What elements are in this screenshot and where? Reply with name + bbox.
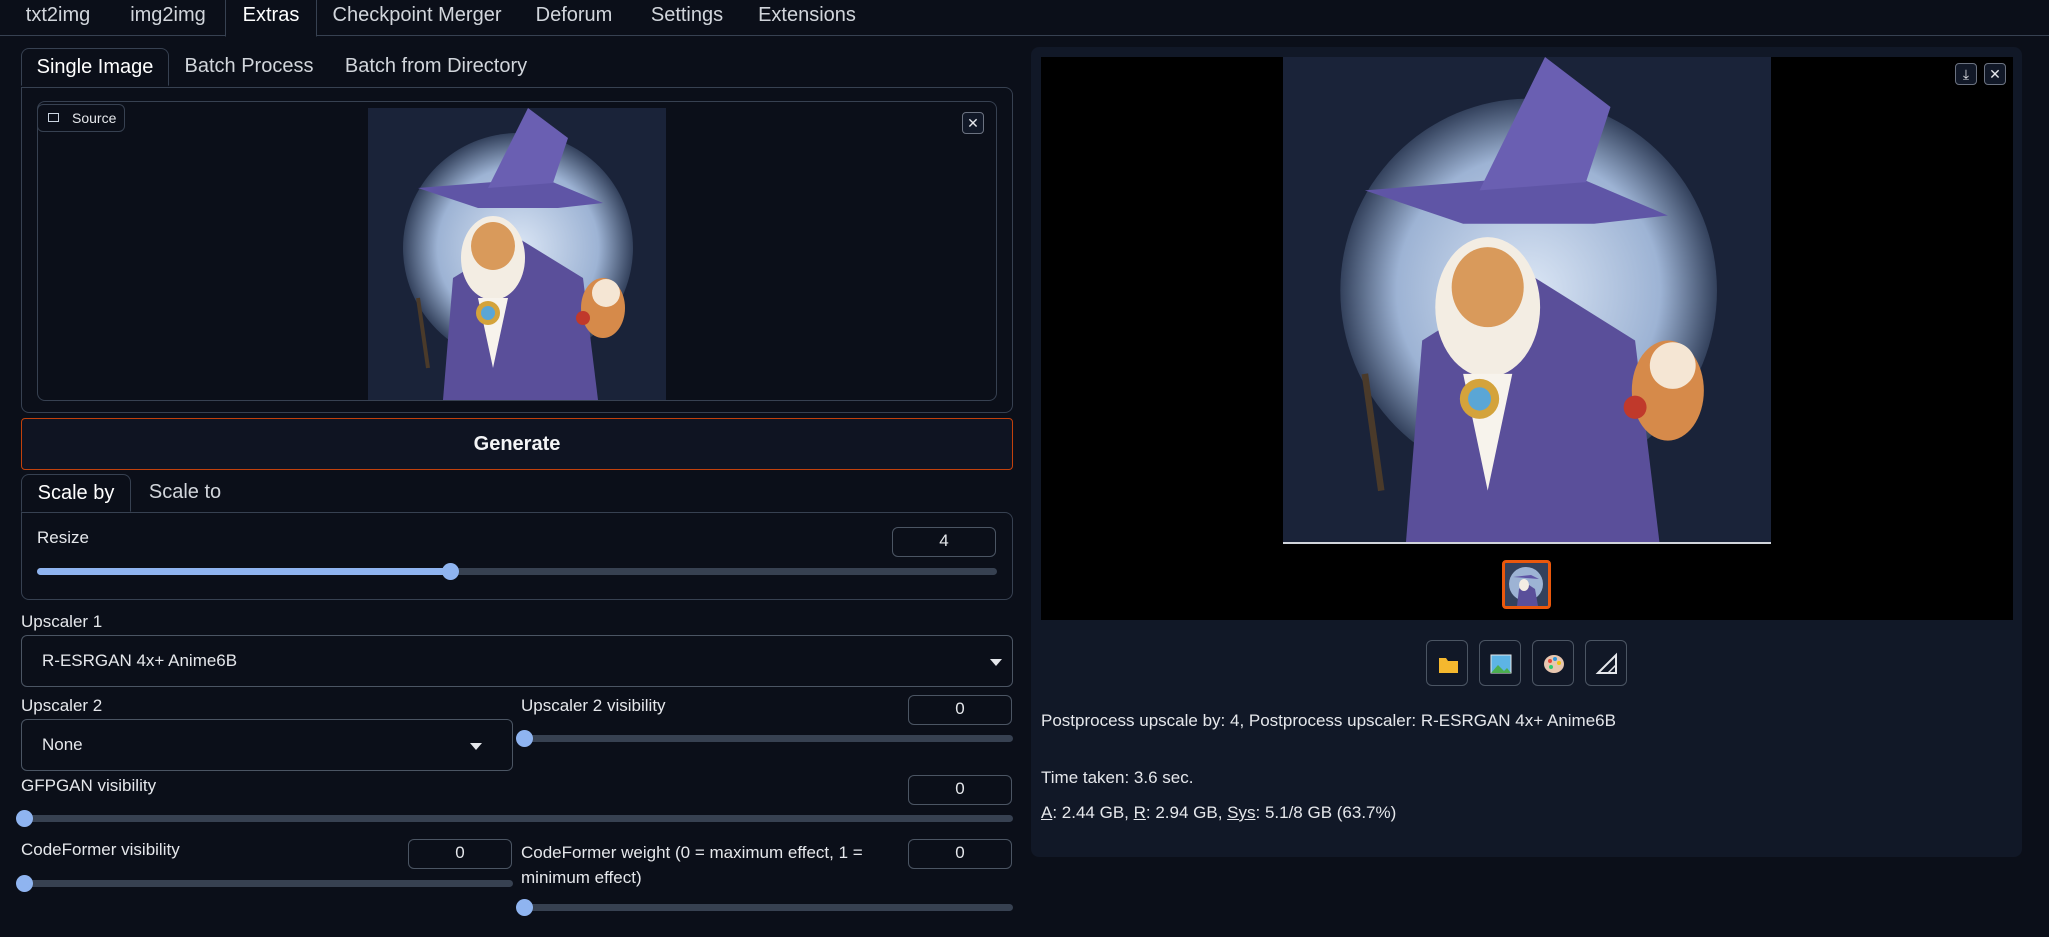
source-image <box>368 108 666 400</box>
chevron-down-icon <box>470 743 482 750</box>
thumbnail-image <box>1505 563 1548 606</box>
top-tab-bar: txt2img img2img Extras Checkpoint Merger… <box>0 0 2049 37</box>
upscaler1-label: Upscaler 1 <box>21 612 103 631</box>
palette-icon <box>1544 655 1564 673</box>
resize-label: Resize <box>37 528 89 547</box>
send-to-inpaint-button[interactable] <box>1532 640 1574 686</box>
scale-by-panel <box>21 512 1013 600</box>
tab-scale-to[interactable]: Scale to <box>142 474 228 512</box>
resize-slider-thumb[interactable] <box>441 563 459 580</box>
gfpgan-visibility-thumb[interactable] <box>16 810 33 827</box>
tab-extras[interactable]: Extras <box>225 0 317 37</box>
tab-deforum[interactable]: Deforum <box>525 0 623 36</box>
open-folder-button[interactable] <box>1426 640 1468 686</box>
mem-sys-key: Sys <box>1227 803 1256 822</box>
upscaler2-visibility-thumb[interactable] <box>516 730 533 747</box>
image-icon <box>48 113 59 122</box>
generate-button[interactable]: Generate <box>21 418 1013 470</box>
upscaler1-value: R-ESRGAN 4x+ Anime6B <box>42 651 238 670</box>
gfpgan-visibility-slider[interactable] <box>16 810 1013 827</box>
close-output-button[interactable]: ✕ <box>1984 63 2006 85</box>
output-thumbnail[interactable] <box>1502 560 1551 609</box>
ruler-icon <box>1595 652 1617 674</box>
tab-txt2img[interactable]: txt2img <box>12 0 104 36</box>
folder-icon <box>1439 658 1458 673</box>
output-image[interactable] <box>1283 57 1771 544</box>
upscaler2-value: None <box>42 735 83 754</box>
source-label-text: Source <box>72 110 117 126</box>
codeformer-weight-label: CodeFormer weight (0 = maximum effect, 1… <box>521 840 863 890</box>
tab-settings[interactable]: Settings <box>640 0 734 36</box>
resize-slider[interactable] <box>37 563 997 580</box>
tab-single-image[interactable]: Single Image <box>21 48 169 86</box>
image-icon <box>1490 654 1512 674</box>
mem-sys-value: : 5.1/8 GB (63.7%) <box>1255 803 1397 822</box>
mem-a-key: A <box>1041 803 1053 822</box>
source-label: Source <box>37 104 125 132</box>
wizard-dog-illustration <box>368 108 666 400</box>
codeformer-visibility-thumb[interactable] <box>16 875 33 892</box>
tab-batch-process[interactable]: Batch Process <box>178 48 320 86</box>
codeformer-visibility-input[interactable]: 0 <box>408 839 512 869</box>
resize-input[interactable]: 4 <box>892 527 996 557</box>
chevron-down-icon <box>990 659 1002 666</box>
codeformer-visibility-label: CodeFormer visibility <box>21 840 180 859</box>
upscaler2-label: Upscaler 2 <box>21 696 103 715</box>
codeformer-weight-label-line1: CodeFormer weight (0 = maximum effect, 1… <box>521 843 863 862</box>
mem-r-value: : 2.94 GB, <box>1145 803 1228 822</box>
gfpgan-visibility-input[interactable]: 0 <box>908 775 1012 805</box>
download-button[interactable]: ⤓ <box>1955 63 1977 85</box>
codeformer-weight-slider[interactable] <box>516 899 1013 916</box>
resize-slider-fill <box>37 568 450 575</box>
upscaler2-dropdown[interactable]: None <box>21 719 513 771</box>
upscaler2-visibility-input[interactable]: 0 <box>908 695 1012 725</box>
codeformer-weight-input[interactable]: 0 <box>908 839 1012 869</box>
mem-a-value: : 2.44 GB, <box>1052 803 1134 822</box>
clear-source-button[interactable]: ✕ <box>962 112 984 134</box>
memory-stats: A: 2.44 GB, R: 2.94 GB, Sys: 5.1/8 GB (6… <box>1041 803 1396 823</box>
generate-label: Generate <box>473 433 561 455</box>
codeformer-visibility-slider[interactable] <box>16 875 513 892</box>
tab-img2img[interactable]: img2img <box>116 0 220 36</box>
upscaler1-dropdown[interactable]: R-ESRGAN 4x+ Anime6B <box>21 635 1013 687</box>
codeformer-weight-thumb[interactable] <box>516 899 533 916</box>
gfpgan-visibility-label: GFPGAN visibility <box>21 776 157 795</box>
send-to-extras-button[interactable] <box>1585 640 1627 686</box>
download-icon: ⤓ <box>1962 66 1970 82</box>
close-icon: ✕ <box>1989 66 2001 82</box>
codeformer-weight-label-line2: minimum effect) <box>521 868 642 887</box>
send-to-img2img-button[interactable] <box>1479 640 1521 686</box>
tab-scale-by[interactable]: Scale by <box>21 474 131 512</box>
upscaler2-visibility-slider[interactable] <box>516 730 1013 747</box>
tab-checkpoint-merger[interactable]: Checkpoint Merger <box>328 0 506 36</box>
mem-r-key: R <box>1133 803 1146 822</box>
upscaler2-visibility-label: Upscaler 2 visibility <box>521 696 666 715</box>
tab-batch-from-directory[interactable]: Batch from Directory <box>336 48 536 86</box>
time-taken: Time taken: 3.6 sec. <box>1041 768 1194 787</box>
wizard-dog-illustration-large <box>1283 57 1771 542</box>
generation-info: Postprocess upscale by: 4, Postprocess u… <box>1041 711 1616 730</box>
close-icon: ✕ <box>967 115 979 131</box>
tab-extensions[interactable]: Extensions <box>752 0 862 36</box>
